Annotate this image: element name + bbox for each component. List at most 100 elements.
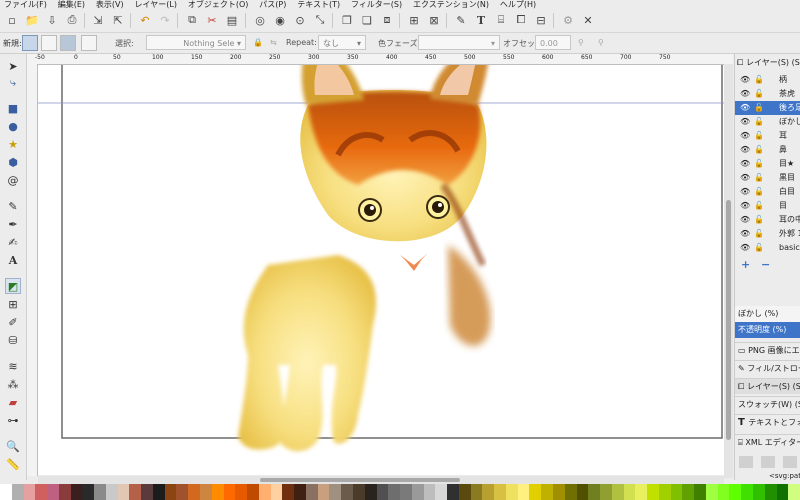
duplicate-icon[interactable]: ❐ <box>339 12 355 28</box>
tweak-tool-icon[interactable]: ≋ <box>5 358 21 374</box>
menu-extension[interactable]: エクステンション(N) <box>413 1 489 9</box>
undo-icon[interactable]: ↶ <box>137 12 153 28</box>
palette-swatch[interactable] <box>58 484 71 500</box>
align-icon[interactable]: ⊟ <box>533 12 549 28</box>
layer-row[interactable]: 👁 🔓 目 <box>735 199 800 213</box>
text-tool-icon[interactable]: A <box>5 252 21 268</box>
palette-swatch[interactable] <box>541 484 553 500</box>
palette-swatch[interactable] <box>211 484 224 500</box>
palette-swatch[interactable] <box>70 484 83 500</box>
visibility-eye-icon[interactable]: 👁 <box>740 199 750 213</box>
palette-swatch[interactable] <box>682 484 695 500</box>
palette-swatch[interactable] <box>364 484 377 500</box>
layer-row[interactable]: 👁 🔓 basic <box>735 241 800 255</box>
palette-swatch[interactable] <box>411 484 424 500</box>
layer-row[interactable]: 👁 🔓 白目 <box>735 185 800 199</box>
export-png-tab[interactable]: ▭ PNG 画像にエク <box>735 342 800 358</box>
preferences-icon[interactable]: ⚙ <box>560 12 576 28</box>
layer-row[interactable]: 👁 🔓 鼻 <box>735 143 800 157</box>
open-folder-icon[interactable]: 📁 <box>24 12 40 28</box>
star-tool-icon[interactable]: ★ <box>5 136 21 152</box>
paste-icon[interactable]: ▤ <box>224 12 240 28</box>
offset-input[interactable]: 0.00 <box>535 35 571 50</box>
xml-new-node-icon[interactable] <box>739 456 753 468</box>
palette-swatch[interactable] <box>200 484 212 500</box>
palette-swatch[interactable] <box>611 484 624 500</box>
drawing-canvas[interactable] <box>38 65 724 475</box>
palette-swatch[interactable] <box>776 484 789 500</box>
visibility-eye-icon[interactable]: 👁 <box>740 101 750 115</box>
visibility-eye-icon[interactable]: 👁 <box>740 143 750 157</box>
rectangle-tool-icon[interactable]: ■ <box>5 100 21 116</box>
redo-icon[interactable]: ↷ <box>157 12 173 28</box>
gradient-fill-button[interactable] <box>60 35 76 51</box>
print-icon[interactable]: ⎙ <box>64 12 80 28</box>
lock-icon[interactable]: 🔓 <box>754 227 764 241</box>
lock-icon[interactable]: 🔓 <box>754 213 764 227</box>
palette-swatch[interactable] <box>635 484 648 500</box>
palette-swatch[interactable] <box>294 484 306 500</box>
palette-swatch[interactable] <box>117 484 130 500</box>
palette-swatch[interactable] <box>0 484 12 500</box>
reverse-icon[interactable]: ⇆ <box>270 38 277 47</box>
palette-swatch[interactable] <box>35 484 48 500</box>
remove-layer-button[interactable]: − <box>761 258 770 271</box>
palette-swatch[interactable] <box>82 484 95 500</box>
visibility-eye-icon[interactable]: 👁 <box>740 241 750 255</box>
palette-swatch[interactable] <box>341 484 353 500</box>
palette-swatch[interactable] <box>717 484 730 500</box>
ellipse-tool-icon[interactable]: ● <box>5 118 21 134</box>
xml-editor-tab[interactable]: ⌸ XML エディター(X) <box>735 434 800 450</box>
fill-stroke-icon[interactable]: ✎ <box>453 12 469 28</box>
document-properties-icon[interactable]: ✕ <box>580 12 596 28</box>
visibility-eye-icon[interactable]: 👁 <box>740 171 750 185</box>
palette-swatch[interactable] <box>764 484 777 500</box>
palette-swatch[interactable] <box>505 484 518 500</box>
menu-edit[interactable]: 編集(E) <box>58 1 85 9</box>
palette-swatch[interactable] <box>482 484 495 500</box>
layer-row[interactable]: 👁 🔓 ぼかし <box>735 115 800 129</box>
layer-row[interactable]: 👁 🔓 茶虎 <box>735 87 800 101</box>
gradient-radial-mode-button[interactable] <box>41 35 57 51</box>
text-font-tab[interactable]: T テキストとフォント <box>735 414 800 430</box>
palette-swatch[interactable] <box>282 484 295 500</box>
palette-swatch[interactable] <box>435 484 448 500</box>
palette-swatch[interactable] <box>152 484 165 500</box>
palette-swatch[interactable] <box>223 484 236 500</box>
lock-icon[interactable]: 🔓 <box>754 241 764 255</box>
eraser-tool-icon[interactable]: ▰ <box>5 394 21 410</box>
visibility-eye-icon[interactable]: 👁 <box>740 129 750 143</box>
horizontal-scroll-thumb[interactable] <box>260 478 460 482</box>
lock-icon[interactable]: 🔓 <box>754 199 764 213</box>
gradient-tool-icon[interactable]: ◩ <box>5 278 21 294</box>
palette-swatch[interactable] <box>23 484 36 500</box>
dropper-tool-icon[interactable]: ✐ <box>5 314 21 330</box>
palette-swatch[interactable] <box>164 484 177 500</box>
menu-path[interactable]: パス(P) <box>259 1 286 9</box>
palette-swatch[interactable] <box>470 484 483 500</box>
palette-swatch[interactable] <box>458 484 471 500</box>
palette-swatch[interactable] <box>247 484 259 500</box>
palette-swatch[interactable] <box>517 484 530 500</box>
lock-icon[interactable]: 🔓 <box>754 157 764 171</box>
visibility-eye-icon[interactable]: 👁 <box>740 73 750 87</box>
palette-swatch[interactable] <box>588 484 601 500</box>
save-icon[interactable]: ⇩ <box>44 12 60 28</box>
text-font-icon[interactable]: T <box>473 12 489 28</box>
palette-swatch[interactable] <box>129 484 142 500</box>
lock-icon[interactable]: 🔓 <box>754 73 764 87</box>
zoom-width-icon[interactable]: ⤡ <box>312 12 328 28</box>
palette-swatch[interactable] <box>576 484 589 500</box>
fill-stroke-tab[interactable]: ✎ フィル/ストローク( <box>735 360 800 376</box>
palette-swatch[interactable] <box>729 484 742 500</box>
palette-swatch[interactable] <box>600 484 612 500</box>
menu-object[interactable]: オブジェクト(O) <box>188 1 249 9</box>
palette-swatch[interactable] <box>694 484 706 500</box>
zoom-page-icon[interactable]: ⊙ <box>292 12 308 28</box>
cut-icon[interactable]: ✂ <box>204 12 220 28</box>
lock-icon[interactable]: 🔓 <box>754 185 764 199</box>
new-document-icon[interactable]: ▫ <box>4 12 20 28</box>
layer-row[interactable]: 👁 🔓 外郭 1 <box>735 227 800 241</box>
copy-icon[interactable]: ⧉ <box>184 12 200 28</box>
palette-swatch[interactable] <box>329 484 342 500</box>
